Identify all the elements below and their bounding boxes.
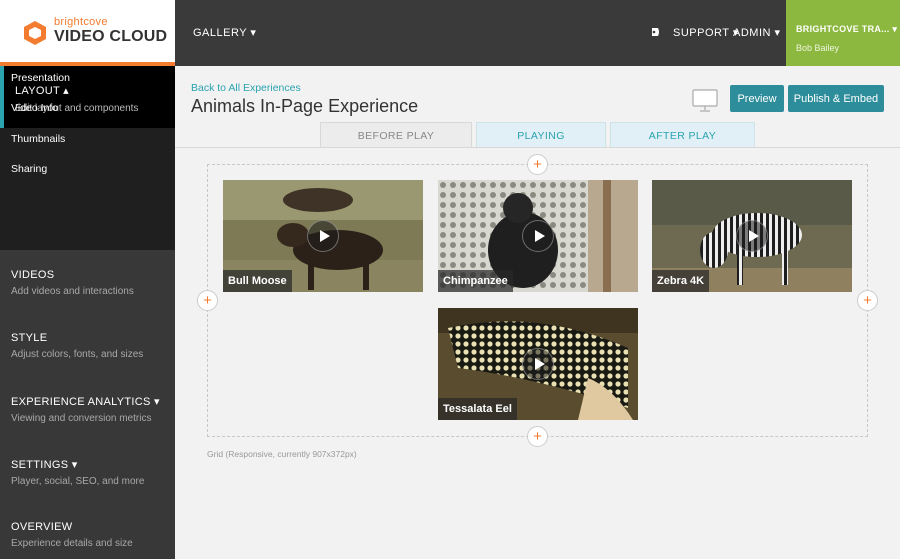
sidebar-item-overview[interactable]: OVERVIEW Experience details and size bbox=[11, 521, 171, 549]
sidebar-subitems: Presentation Video Info Thumbnails Shari… bbox=[0, 72, 175, 250]
plus-icon: + bbox=[863, 292, 872, 309]
add-column-right-button[interactable]: + bbox=[857, 290, 878, 311]
brand-logo[interactable]: brightcove VIDEO CLOUD bbox=[0, 0, 175, 62]
page-title: Animals In-Page Experience bbox=[191, 96, 419, 116]
add-column-left-button[interactable]: + bbox=[197, 290, 218, 311]
sidebar-item-subtitle: Adjust colors, fonts, and sizes bbox=[11, 349, 144, 360]
sidebar-subitem-thumbnails[interactable]: Thumbnails bbox=[11, 133, 65, 145]
publish-embed-button[interactable]: Publish & Embed bbox=[788, 85, 884, 112]
sidebar-item-label: VIDEOS bbox=[11, 269, 55, 281]
notification-icon[interactable] bbox=[651, 27, 661, 37]
gallery-menu[interactable]: GALLERY ▾ bbox=[193, 26, 256, 39]
brightcove-logo-icon bbox=[24, 21, 46, 45]
video-tile-tessalata-eel[interactable]: Tessalata Eel bbox=[438, 308, 638, 420]
plus-icon: + bbox=[533, 428, 542, 445]
play-icon bbox=[522, 348, 554, 380]
sidebar-item-style[interactable]: STYLE Adjust colors, fonts, and sizes bbox=[11, 332, 171, 360]
plus-icon: + bbox=[533, 156, 542, 173]
video-tile-chimpanzee[interactable]: Chimpanzee bbox=[438, 180, 638, 292]
tab-before-play[interactable]: BEFORE PLAY bbox=[320, 122, 472, 148]
tab-playing[interactable]: PLAYING bbox=[476, 122, 606, 148]
sidebar-item-label: OVERVIEW bbox=[11, 521, 73, 533]
sidebar-item-settings[interactable]: SETTINGS ▾ Player, social, SEO, and more bbox=[11, 458, 171, 487]
monitor-icon[interactable] bbox=[692, 89, 718, 113]
sidebar-item-label: STYLE bbox=[11, 332, 48, 344]
plus-icon: + bbox=[203, 292, 212, 309]
sidebar: LAYOUT ▴ Edit layout and components Pres… bbox=[0, 66, 175, 559]
add-row-top-button[interactable]: + bbox=[527, 154, 548, 175]
sidebar-subitem-sharing[interactable]: Sharing bbox=[11, 163, 47, 175]
video-tile-zebra-4k[interactable]: Zebra 4K bbox=[652, 180, 852, 292]
back-to-experiences-link[interactable]: Back to All Experiences bbox=[191, 82, 301, 94]
brand-small-text: brightcove bbox=[54, 16, 108, 28]
brand-name: VIDEO CLOUD bbox=[54, 28, 168, 45]
grid-caption: Grid (Responsive, currently 907x372px) bbox=[207, 449, 357, 459]
sidebar-item-experience-analytics[interactable]: EXPERIENCE ANALYTICS ▾ Viewing and conve… bbox=[11, 395, 171, 424]
play-icon bbox=[736, 220, 768, 252]
tab-after-play[interactable]: AFTER PLAY bbox=[610, 122, 755, 148]
account-name: BRIGHTCOVE TRA... ▾ bbox=[796, 24, 898, 34]
account-menu[interactable]: BRIGHTCOVE TRA... ▾ Bob Bailey bbox=[786, 0, 900, 66]
sidebar-item-label: SETTINGS ▾ bbox=[11, 459, 78, 471]
video-title: Zebra 4K bbox=[652, 270, 710, 292]
video-tile-bull-moose[interactable]: Bull Moose bbox=[223, 180, 423, 292]
video-title: Chimpanzee bbox=[438, 270, 513, 292]
video-title: Bull Moose bbox=[223, 270, 292, 292]
sidebar-subitem-presentation[interactable]: Presentation bbox=[11, 72, 70, 84]
play-icon bbox=[307, 220, 339, 252]
tabs-divider bbox=[175, 147, 900, 148]
sidebar-item-subtitle: Viewing and conversion metrics bbox=[11, 413, 152, 424]
sidebar-item-subtitle: Experience details and size bbox=[11, 538, 133, 549]
sidebar-item-subtitle: Player, social, SEO, and more bbox=[11, 476, 145, 487]
sidebar-item-label: LAYOUT ▴ bbox=[15, 85, 69, 97]
top-bar: brightcove VIDEO CLOUD GALLERY ▾ SUPPORT… bbox=[0, 0, 900, 66]
sidebar-subitem-video-info[interactable]: Video Info bbox=[11, 102, 58, 114]
video-title: Tessalata Eel bbox=[438, 398, 517, 420]
account-user: Bob Bailey bbox=[796, 43, 840, 53]
admin-menu[interactable]: ADMIN ▾ bbox=[733, 26, 781, 39]
sidebar-item-label: EXPERIENCE ANALYTICS ▾ bbox=[11, 396, 160, 408]
support-menu[interactable]: SUPPORT ▾ bbox=[673, 26, 739, 39]
sidebar-item-subtitle: Add videos and interactions bbox=[11, 286, 134, 297]
sidebar-item-videos[interactable]: VIDEOS Add videos and interactions bbox=[11, 269, 171, 297]
preview-button[interactable]: Preview bbox=[730, 85, 784, 112]
play-icon bbox=[522, 220, 554, 252]
add-row-bottom-button[interactable]: + bbox=[527, 426, 548, 447]
